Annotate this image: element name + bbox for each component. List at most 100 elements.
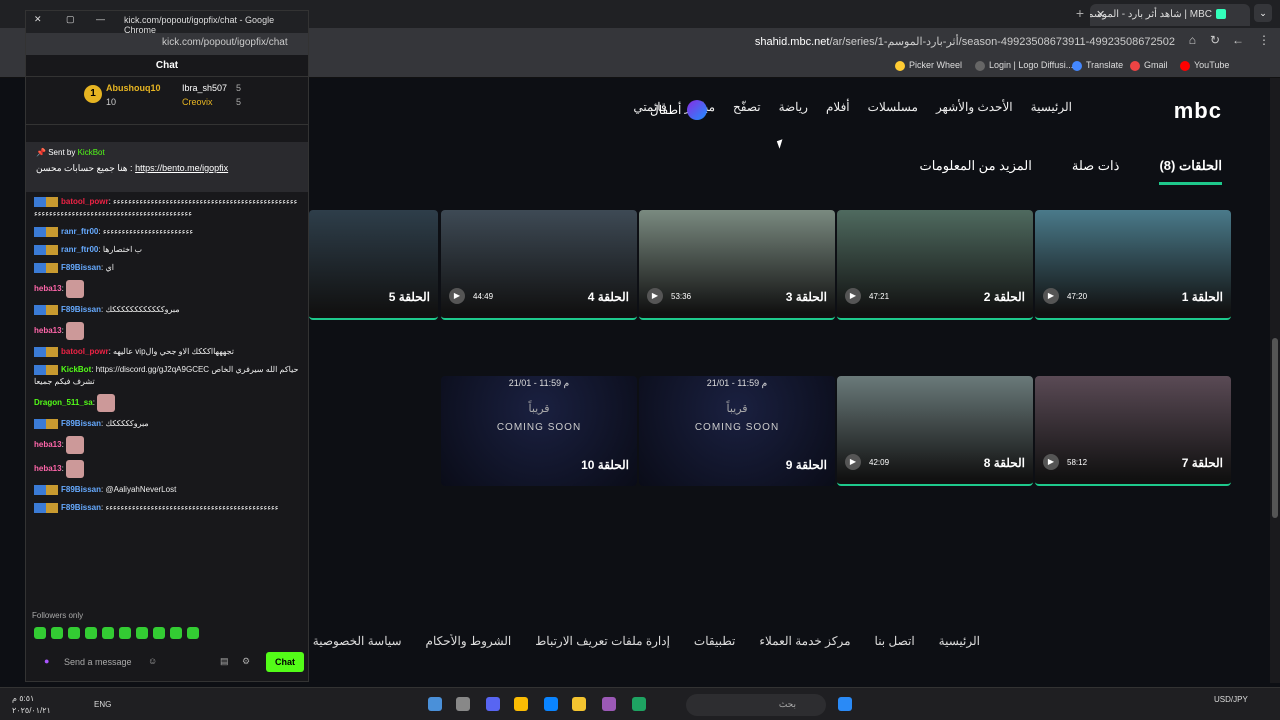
chat-input-bar: ● Send a message ☺ ▤ ⚙ Chat (32, 651, 304, 675)
menu-movies[interactable]: أفلام (826, 100, 850, 114)
footer-apps[interactable]: تطبيقات (694, 634, 735, 648)
browser-tab[interactable]: MBC | شاهد أثر بارد - الموسم 1✕ (1090, 4, 1250, 26)
bookmark-gmail[interactable]: Gmail (1130, 60, 1168, 71)
menu-home[interactable]: الرئيسية (1031, 100, 1072, 114)
emote-icon[interactable] (153, 627, 165, 639)
bookmark-login[interactable]: Login | Logo Diffusi... (975, 60, 1073, 71)
upcoming-card[interactable]: 21/01 - 11:59 م قريباً COMING SOON الحلقة 1… (441, 376, 637, 486)
menu-sports[interactable]: رياضة (779, 100, 808, 114)
taskbar-search[interactable]: بحث (686, 694, 826, 716)
upcoming-card[interactable]: 21/01 - 11:59 م قريباً COMING SOON الحلقة 9 (639, 376, 835, 486)
copilot-icon[interactable] (602, 697, 616, 711)
emote-icon[interactable] (85, 627, 97, 639)
discord-icon[interactable] (486, 697, 500, 711)
badge-icons (34, 196, 58, 207)
maximize-icon[interactable]: ▢ (66, 14, 75, 25)
footer-home[interactable]: الرئيسية (939, 634, 980, 648)
clock-time: ٥:٥١ م (12, 694, 35, 703)
menu-series[interactable]: مسلسلات (868, 100, 918, 114)
windows-start-icon[interactable] (838, 697, 852, 711)
settings-gear-icon[interactable]: ⚙ (242, 656, 250, 667)
chrome-taskbar-icon[interactable] (428, 697, 442, 711)
close-tab-icon[interactable]: ✕ (1096, 4, 1105, 26)
menu-browse[interactable]: تصفّح (733, 100, 761, 114)
chat-message: F89Bissan: اي (34, 262, 300, 274)
popup-url[interactable]: kick.com/popout/igopfix/chat (26, 33, 308, 55)
close-window-icon[interactable]: ✕ (34, 14, 42, 25)
chat-message: ranr_ftr00: ب اختصارها (34, 244, 300, 256)
tab-episodes[interactable]: الحلقات (8) (1159, 158, 1222, 185)
footer-terms[interactable]: الشروط والأحكام (426, 634, 512, 648)
episode-card[interactable]: الحلقة 3 ▶ 53:36 (639, 210, 835, 320)
currency-widget[interactable]: USD/JPY (1214, 695, 1248, 704)
file-explorer-icon[interactable] (572, 697, 586, 711)
back-icon[interactable]: ← (1232, 33, 1244, 47)
episode-card[interactable]: الحلقة 5 (309, 210, 438, 320)
pinned-link[interactable]: https://bento.me/igopfix (135, 163, 228, 173)
shahid-favicon (1216, 9, 1226, 20)
url-field[interactable]: shahid.mbc.net/ar/series/أثر-بارد-الموسم… (755, 32, 1175, 52)
popup-titlebar: kick.com/popout/igopfix/chat - Google Ch… (26, 11, 308, 35)
message-input[interactable]: Send a message (64, 657, 132, 667)
tab-more-info[interactable]: المزيد من المعلومات (920, 158, 1032, 185)
footer-privacy[interactable]: سياسة الخصوصية (313, 634, 402, 648)
mbc-logo[interactable]: mbc (1174, 98, 1222, 124)
emote-icon[interactable] (51, 627, 63, 639)
bookmark-translate[interactable]: Translate (1072, 60, 1123, 71)
play-icon: ▶ (1043, 454, 1059, 470)
episode-card[interactable]: الحلقة 8 ▶ 42:09 (837, 376, 1033, 486)
chat-message: F89Bissan: @AaliyahNeverLost (34, 484, 300, 496)
chat-messages: batool_powr: ءءءءءءءءءءءءءءءءءءءءءءءءءءء… (26, 192, 308, 604)
menu-icon[interactable]: ⋮ (1258, 33, 1270, 47)
episode-card[interactable]: الحلقة 1 ▶ 47:20 (1035, 210, 1231, 320)
mic-icon[interactable]: ● (44, 656, 49, 666)
reload-icon[interactable]: ↻ (1210, 33, 1220, 47)
emote-icon[interactable] (187, 627, 199, 639)
chat-message: batool_powr: ءءءءءءءءءءءءءءءءءءءءءءءءءءء… (34, 196, 298, 218)
tab-search-icon[interactable]: ⌄ (1254, 4, 1272, 22)
badge-icons (34, 262, 58, 273)
new-tab-icon[interactable]: + (1076, 5, 1084, 21)
kids-icon (687, 100, 708, 120)
bookmark-picker-wheel[interactable]: Picker Wheel (895, 60, 962, 71)
scroll-thumb (1272, 338, 1278, 518)
emote-icon[interactable] (68, 627, 80, 639)
page-scrollbar[interactable] (1270, 78, 1280, 683)
gift-icon[interactable]: ▤ (220, 656, 229, 667)
menu-latest[interactable]: الأحدث والأشهر (936, 100, 1013, 114)
kids-link[interactable]: أطفال (650, 100, 708, 120)
edge-icon[interactable] (632, 697, 646, 711)
minimize-icon[interactable]: — (96, 14, 105, 24)
emoji-icon[interactable]: ☺ (148, 656, 157, 666)
store-icon[interactable] (544, 697, 558, 711)
episode-card[interactable]: الحلقة 4 ▶ 44:49 (441, 210, 637, 320)
app-taskbar-icon[interactable] (456, 697, 470, 711)
emote-icon[interactable] (119, 627, 131, 639)
chat-send-button[interactable]: Chat (266, 652, 304, 672)
rank-one-badge: 1 (84, 85, 102, 103)
emote-icon[interactable] (102, 627, 114, 639)
emote-image (66, 436, 85, 454)
episode-card[interactable]: الحلقة 2 ▶ 47:21 (837, 210, 1033, 320)
emote-image (66, 460, 85, 478)
play-icon: ▶ (845, 454, 861, 470)
footer-links: الرئيسية اتصل بنا مركز خدمة العملاء تطبي… (300, 634, 980, 648)
home-icon[interactable]: ⌂ (1189, 33, 1196, 47)
episode-card[interactable]: الحلقة 7 ▶ 58:12 (1035, 376, 1231, 486)
emote-icon[interactable] (170, 627, 182, 639)
chrome-icon[interactable] (514, 697, 528, 711)
footer-support[interactable]: مركز خدمة العملاء (759, 634, 850, 648)
emote-icon[interactable] (34, 627, 46, 639)
emote-icon[interactable] (136, 627, 148, 639)
badge-icons (34, 226, 58, 237)
footer-contact[interactable]: اتصل بنا (875, 634, 915, 648)
bookmark-youtube[interactable]: YouTube (1180, 60, 1229, 71)
emote-row (34, 627, 199, 639)
footer-cookies[interactable]: إدارة ملفات تعريف الارتباط (535, 634, 670, 648)
badge-icons (34, 304, 58, 315)
tab-related[interactable]: ذات صلة (1072, 158, 1120, 185)
windows-taskbar: ٥:٥١ م ٢٠٢٥/٠١/٢١ ENG بحث USD/JPY (0, 687, 1280, 720)
language-indicator[interactable]: ENG (94, 700, 111, 709)
badge-icons (34, 418, 58, 429)
pinned-message[interactable]: 📌 Sent by KickBot هنا جميع حسابات محسن :… (26, 142, 308, 192)
